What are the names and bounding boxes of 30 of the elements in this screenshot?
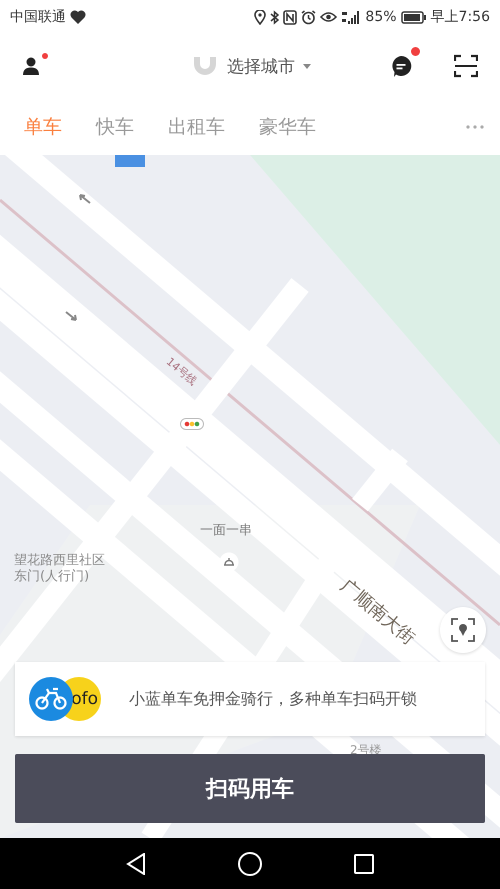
map-label: 14号线 <box>163 355 200 389</box>
clock-time: 早上7:56 <box>430 8 490 26</box>
signal-icon <box>341 10 362 24</box>
alarm-icon <box>301 10 316 24</box>
map-label: 广顺南大街 <box>336 575 419 650</box>
locate-icon <box>451 618 475 642</box>
back-icon[interactable] <box>126 852 146 874</box>
battery-icon <box>400 10 427 24</box>
promo-banner[interactable]: ofo 小蓝单车免押金骑行，多种单车扫码开锁 <box>15 662 485 736</box>
nfc-icon <box>283 10 298 24</box>
more-icon <box>466 124 484 128</box>
scan-to-ride-button[interactable]: 扫码用车 <box>15 754 485 823</box>
city-picker[interactable]: 选择城市 <box>185 53 317 79</box>
restaurant-icon <box>219 552 239 572</box>
map-label: 一面一串 <box>200 523 252 540</box>
recents-icon[interactable] <box>354 854 374 874</box>
battery-percent: 85% <box>365 9 397 25</box>
map-label: 望花路西里社区 东门(人行门) <box>14 553 105 586</box>
caret-icon <box>303 64 311 68</box>
location-icon <box>254 10 266 24</box>
bicycle-icon <box>29 677 73 721</box>
bluetooth-icon <box>270 10 280 24</box>
carrier-name: 中国联通 <box>10 8 66 26</box>
promo-text: 小蓝单车免押金骑行，多种单车扫码开锁 <box>129 688 417 710</box>
home-icon[interactable] <box>238 852 262 876</box>
traffic-light-icon <box>180 418 204 430</box>
scan-button[interactable] <box>452 52 480 80</box>
heart-icon <box>70 10 86 24</box>
app-logo <box>191 54 219 78</box>
eye-icon <box>320 11 338 23</box>
